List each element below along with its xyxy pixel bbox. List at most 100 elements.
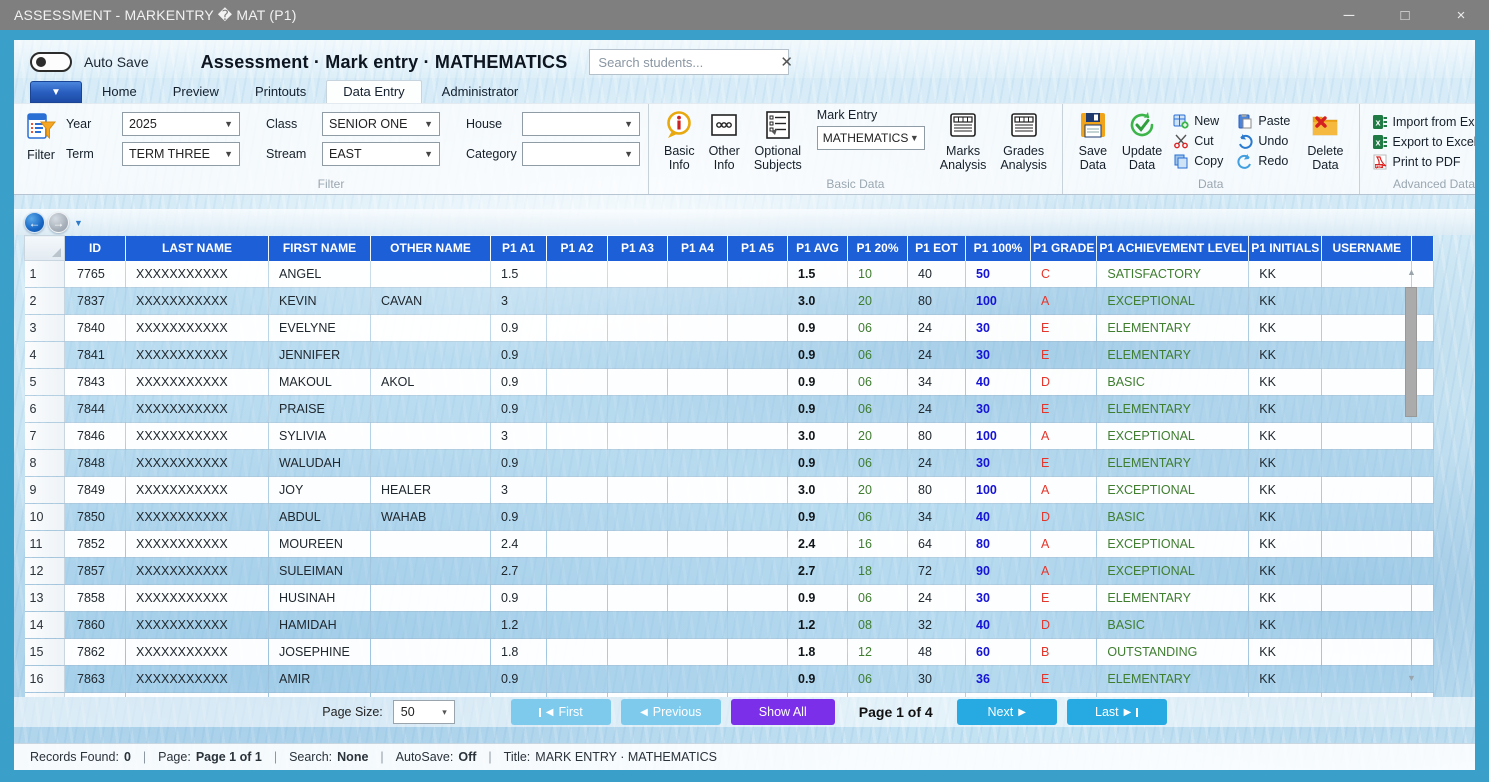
grid-cell-a3[interactable]	[608, 450, 668, 477]
grid-cell-p100[interactable]: 40	[966, 369, 1031, 396]
grid-cell-avg[interactable]: 0.9	[788, 315, 848, 342]
grid-cell-init[interactable]: KK	[1249, 585, 1322, 612]
grid-cell-a2[interactable]	[547, 531, 608, 558]
mark-entry-select[interactable]: MATHEMATICS ▼	[817, 126, 925, 150]
grid-cell-a4[interactable]	[668, 396, 728, 423]
grid-cell-a1[interactable]: 0.9	[491, 315, 547, 342]
grid-cell-p20[interactable]: 18	[848, 558, 908, 585]
grid-cell-a2[interactable]	[547, 369, 608, 396]
print-to-pdf-button[interactable]: PDF Print to PDF	[1368, 152, 1476, 172]
grid-cell-user[interactable]	[1322, 261, 1412, 288]
maximize-button[interactable]: □	[1377, 0, 1433, 30]
grid-cell-first[interactable]: MAKOUL	[269, 369, 371, 396]
table-row[interactable]: 67844XXXXXXXXXXXPRAISE0.90.9062430EELEME…	[25, 396, 1434, 423]
redo-button[interactable]: Redo	[1233, 151, 1294, 171]
table-row[interactable]: 27837XXXXXXXXXXXKEVINCAVAN33.02080100AEX…	[25, 288, 1434, 315]
grid-cell-avg[interactable]: 1.5	[788, 261, 848, 288]
column-header-p1-initials[interactable]: P1 INITIALS	[1249, 236, 1322, 261]
grid-cell-a3[interactable]	[608, 558, 668, 585]
grid-cell-user[interactable]	[1322, 423, 1412, 450]
grid-cell-avg[interactable]: 0.9	[788, 396, 848, 423]
grid-cell-a4[interactable]	[668, 585, 728, 612]
grid-cell-a5[interactable]	[728, 504, 788, 531]
grid-cell-init[interactable]: KK	[1249, 369, 1322, 396]
grid-cell-a3[interactable]	[608, 396, 668, 423]
grid-cell-grade[interactable]: A	[1031, 558, 1097, 585]
table-row[interactable]: 137858XXXXXXXXXXXHUSINAH0.90.9062430EELE…	[25, 585, 1434, 612]
grid-cell-last[interactable]: XXXXXXXXXXX	[126, 450, 269, 477]
grid-cell-user[interactable]	[1322, 450, 1412, 477]
grid-cell-a2[interactable]	[547, 423, 608, 450]
grid-cell-init[interactable]: KK	[1249, 558, 1322, 585]
grid-cell-id[interactable]: 7849	[65, 477, 126, 504]
last-page-button[interactable]: Last▶	[1067, 699, 1167, 725]
grid-cell-p100[interactable]: 100	[966, 423, 1031, 450]
grid-cell-p20[interactable]: 06	[848, 315, 908, 342]
grid-cell-a3[interactable]	[608, 288, 668, 315]
grid-cell-p20[interactable]: 06	[848, 450, 908, 477]
grid-cell-id[interactable]: 7846	[65, 423, 126, 450]
tab-home[interactable]: Home	[86, 81, 153, 103]
grid-cell-a2[interactable]	[547, 315, 608, 342]
table-row[interactable]: 157862XXXXXXXXXXXJOSEPHINE1.81.8124860BO…	[25, 639, 1434, 666]
row-number[interactable]: 14	[25, 612, 65, 639]
grid-cell-grade[interactable]: D	[1031, 369, 1097, 396]
grid-cell-a5[interactable]	[728, 585, 788, 612]
grid-cell-id[interactable]: 7848	[65, 450, 126, 477]
column-header-p1-a1[interactable]: P1 A1	[491, 236, 547, 261]
grid-cell-a3[interactable]	[608, 639, 668, 666]
grid-cell-grade[interactable]: D	[1031, 612, 1097, 639]
file-menu-button[interactable]: ▼	[30, 81, 82, 103]
grid-cell-a2[interactable]	[547, 450, 608, 477]
grid-cell-id[interactable]: 7863	[65, 666, 126, 693]
grid-cell-p100[interactable]: 40	[966, 612, 1031, 639]
column-header-p1-avg[interactable]: P1 AVG	[788, 236, 848, 261]
grid-cell-level[interactable]: ELEMENTARY	[1097, 315, 1249, 342]
grid-cell-eot[interactable]: 48	[908, 639, 966, 666]
table-row[interactable]: 127857XXXXXXXXXXXSULEIMAN2.72.7187290AEX…	[25, 558, 1434, 585]
grid-cell-first[interactable]: JOSEPHINE	[269, 639, 371, 666]
grid-cell-id[interactable]: 7858	[65, 585, 126, 612]
grid-cell-a4[interactable]	[668, 639, 728, 666]
scroll-down-icon[interactable]: ▼	[1404, 671, 1419, 685]
grid-cell-id[interactable]: 7765	[65, 261, 126, 288]
table-row[interactable]: 47841XXXXXXXXXXXJENNIFER0.90.9062430EELE…	[25, 342, 1434, 369]
grid-cell-eot[interactable]: 30	[908, 666, 966, 693]
grid-cell-eot[interactable]: 80	[908, 288, 966, 315]
grid-cell-avg[interactable]: 2.4	[788, 531, 848, 558]
grid-cell-init[interactable]: KK	[1249, 396, 1322, 423]
tab-data-entry[interactable]: Data Entry	[326, 80, 421, 103]
grid-cell-p20[interactable]: 16	[848, 531, 908, 558]
grid-cell-eot[interactable]: 32	[908, 612, 966, 639]
grid-cell-grade[interactable]: E	[1031, 342, 1097, 369]
grid-cell-p100[interactable]: 40	[966, 504, 1031, 531]
grid-cell-grade[interactable]: A	[1031, 477, 1097, 504]
grid-cell-a1[interactable]: 2.7	[491, 558, 547, 585]
row-number[interactable]: 3	[25, 315, 65, 342]
grid-cell-first[interactable]: SYLIVIA	[269, 423, 371, 450]
row-number[interactable]: 11	[25, 531, 65, 558]
grid-cell-p100[interactable]: 36	[966, 666, 1031, 693]
grid-cell-a5[interactable]	[728, 531, 788, 558]
row-number[interactable]: 8	[25, 450, 65, 477]
optional-subjects-button[interactable]: Optional Subjects	[747, 108, 809, 175]
grid-cell-a5[interactable]	[728, 477, 788, 504]
grid-cell-a2[interactable]	[547, 666, 608, 693]
grid-cell-first[interactable]: KEVIN	[269, 288, 371, 315]
row-number[interactable]: 5	[25, 369, 65, 396]
grid-cell-a3[interactable]	[608, 666, 668, 693]
grid-cell-p20[interactable]: 06	[848, 369, 908, 396]
grid-cell-a1[interactable]: 1.5	[491, 261, 547, 288]
table-row[interactable]: 117852XXXXXXXXXXXMOUREEN2.42.4166480AEXC…	[25, 531, 1434, 558]
term-select[interactable]: TERM THREE▼	[122, 142, 240, 166]
category-select[interactable]: ▼	[522, 142, 640, 166]
grid-cell-first[interactable]: JOY	[269, 477, 371, 504]
grid-cell-a5[interactable]	[728, 450, 788, 477]
column-header-p1-eot[interactable]: P1 EOT	[908, 236, 966, 261]
column-header-p1-achievement-level[interactable]: P1 ACHIEVEMENT LEVEL	[1097, 236, 1249, 261]
grid-cell-a2[interactable]	[547, 342, 608, 369]
grid-cell-other[interactable]	[371, 450, 491, 477]
grid-cell-a3[interactable]	[608, 423, 668, 450]
table-row[interactable]: 77846XXXXXXXXXXXSYLIVIA33.02080100AEXCEP…	[25, 423, 1434, 450]
grid-cell-last[interactable]: XXXXXXXXXXX	[126, 504, 269, 531]
